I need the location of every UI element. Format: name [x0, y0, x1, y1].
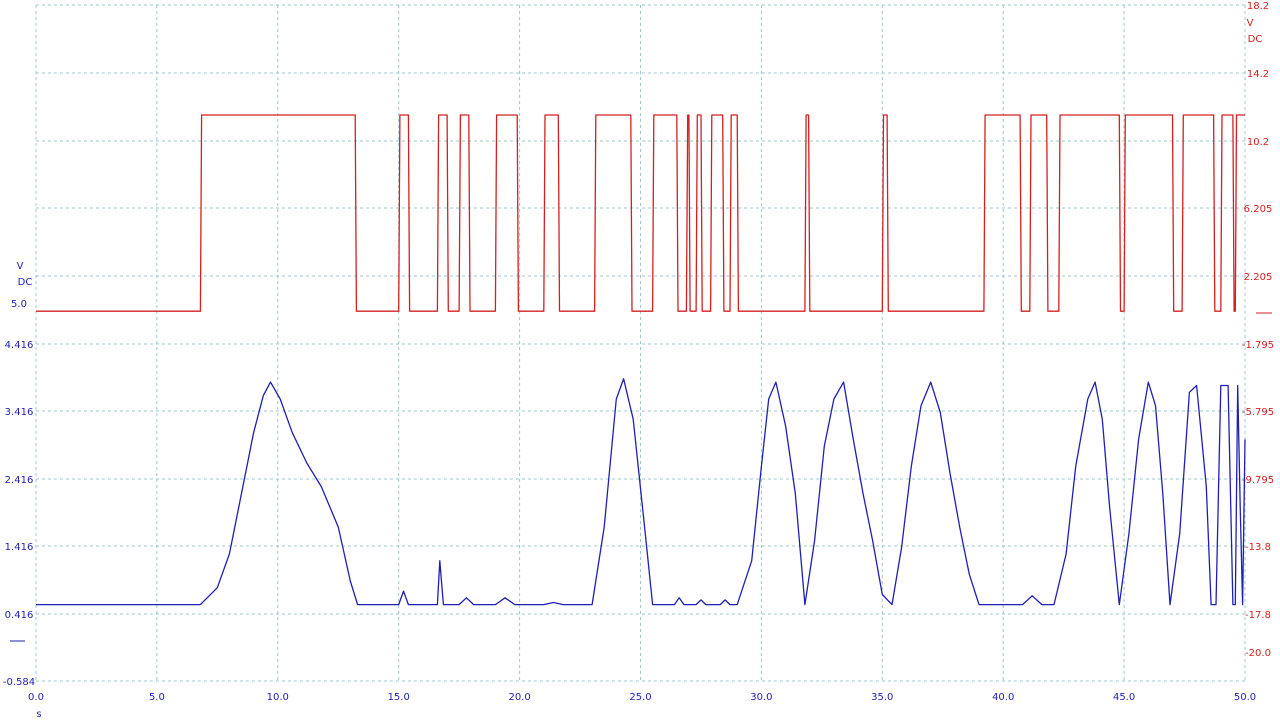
right-tick-label: -5.795 — [1242, 407, 1274, 418]
right-tick-label: 14.2 — [1247, 69, 1269, 80]
left-axis: 5.0 4.416 3.416 2.416 1.416 0.416 -0.584 — [3, 299, 35, 688]
oscilloscope-plot: 5.04.4163.4162.4161.4160.416-0.584 18.21… — [3, 1, 1274, 720]
right-axis-coupling: DC — [1248, 34, 1263, 45]
left-tick-label: 5.0 — [11, 299, 27, 310]
x-tick-label: 25.0 — [629, 692, 651, 703]
left-axis-unit: V — [17, 261, 24, 272]
right-axis-unit: V — [1247, 18, 1254, 29]
right-tick-label: -13.8 — [1245, 542, 1271, 553]
right-tick-label: 2.205 — [1244, 272, 1273, 283]
right-tick-label: 18.2 — [1247, 1, 1269, 12]
x-tick-label: 35.0 — [871, 692, 893, 703]
x-tick-label: 30.0 — [750, 692, 772, 703]
right-axis: 18.2 14.2 10.2 6.205 2.205 -1.795 -5.795 -9.795… — [1242, 1, 1274, 659]
left-tick-label: 0.416 — [5, 610, 34, 621]
x-tick-label: 15.0 — [388, 692, 410, 703]
grid-lines — [35, 4, 1246, 682]
x-tick-label: 45.0 — [1113, 692, 1135, 703]
right-tick-label: -1.795 — [1242, 340, 1274, 351]
right-tick-label: -20.0 — [1245, 648, 1271, 659]
x-tick-label: 20.0 — [508, 692, 530, 703]
right-tick-label: 6.205 — [1244, 204, 1273, 215]
x-tick-label: 5.0 — [149, 692, 165, 703]
left-tick-label: 4.416 — [5, 340, 34, 351]
x-axis-label: s — [36, 709, 41, 720]
left-tick-label: -0.584 — [3, 677, 35, 688]
x-axis: 0.0 5.0 10.0 15.0 20.0 25.0 30.0 35.0 40.0 45.0 50… — [28, 692, 1256, 703]
left-tick-label: 1.416 — [5, 542, 34, 553]
right-tick-label: 10.2 — [1247, 137, 1269, 148]
x-tick-label: 50.0 — [1234, 692, 1256, 703]
x-tick-label: 40.0 — [992, 692, 1014, 703]
right-tick-label: -9.795 — [1242, 475, 1274, 486]
x-tick-label: 0.0 — [28, 692, 44, 703]
right-tick-label: -17.8 — [1245, 610, 1271, 621]
left-tick-label: 3.416 — [5, 407, 34, 418]
x-tick-label: 10.0 — [267, 692, 289, 703]
left-tick-label: 2.416 — [5, 475, 34, 486]
left-axis-coupling: DC — [18, 277, 33, 288]
